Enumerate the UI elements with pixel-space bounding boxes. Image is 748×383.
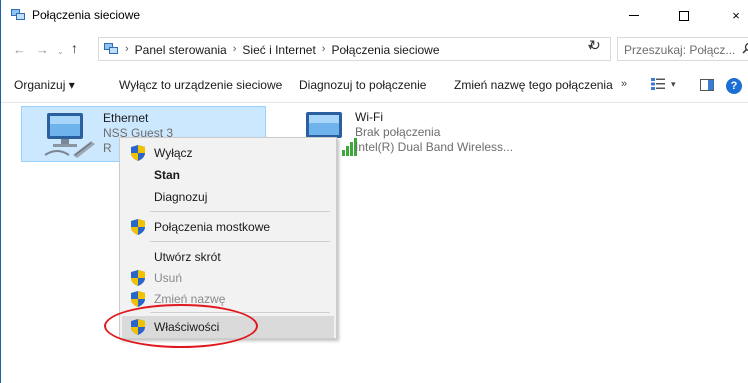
network-connections-icon	[104, 43, 118, 54]
minimize-button[interactable]	[611, 0, 657, 31]
address-bar[interactable]: › Panel sterowania › Sieć i Internet › P…	[98, 37, 611, 61]
menu-item-disable[interactable]: Wyłącz	[122, 142, 334, 164]
menu-item-label: Zmień nazwę	[154, 292, 226, 306]
search-icon[interactable]	[742, 42, 748, 54]
breadcrumb-network-connections[interactable]: Połączenia sieciowe	[331, 43, 439, 57]
menu-item-label: Połączenia mostkowe	[154, 220, 271, 234]
command-bar: Organizuj ▾ Wyłącz to urządzenie sieciow…	[1, 67, 748, 103]
minimize-icon	[629, 15, 639, 16]
close-button[interactable]: ×	[713, 0, 748, 31]
diagnose-connection-button[interactable]: Diagnozuj to połączenie	[299, 78, 426, 92]
rename-connection-button[interactable]: Zmień nazwę tego połączenia	[454, 78, 613, 92]
maximize-button[interactable]	[661, 0, 707, 31]
more-commands-chevron-icon[interactable]: »	[621, 78, 627, 90]
title-bar: Połączenia sieciowe ×	[1, 0, 748, 31]
menu-separator	[150, 241, 330, 242]
connection-adapter: Intel(R) Dual Band Wireless...	[355, 140, 514, 154]
menu-item-label: Utwórz skrót	[154, 250, 221, 264]
uac-shield-icon	[131, 319, 145, 335]
disable-device-button[interactable]: Wyłącz to urządzenie sieciowe	[119, 78, 282, 92]
breadcrumb-control-panel[interactable]: Panel sterowania	[135, 43, 227, 57]
uac-shield-icon	[131, 145, 145, 161]
menu-item-status[interactable]: Stan	[122, 164, 334, 186]
breadcrumb-network-internet[interactable]: Sieć i Internet	[242, 43, 315, 57]
uac-shield-icon	[131, 219, 145, 235]
menu-item-diagnose[interactable]: Diagnozuj	[122, 186, 334, 208]
up-arrow-icon[interactable]: ↑	[71, 40, 78, 56]
address-row: ← → ⌄ ↑ › Panel sterowania › Sieć i Inte…	[1, 31, 748, 67]
change-view-icon[interactable]	[651, 77, 665, 91]
recent-locations-chevron-icon[interactable]: ⌄	[57, 47, 64, 56]
window-title: Połączenia sieciowe	[32, 8, 141, 22]
uac-shield-icon	[131, 291, 145, 307]
menu-item-bridge-connections[interactable]: Połączenia mostkowe	[122, 216, 334, 238]
context-menu: Wyłącz Stan Diagnozuj Połączenia mostkow…	[119, 137, 337, 339]
connection-name: Ethernet	[103, 111, 149, 125]
menu-item-label: Wyłącz	[154, 146, 193, 160]
connection-name: Wi-Fi	[355, 110, 383, 124]
menu-item-properties[interactable]: Właściwości	[122, 316, 334, 338]
breadcrumb-separator-icon[interactable]: ›	[125, 43, 129, 57]
breadcrumb: › Panel sterowania › Sieć i Internet › P…	[125, 43, 440, 57]
breadcrumb-separator-icon[interactable]: ›	[322, 43, 326, 57]
network-connections-icon	[11, 9, 25, 20]
menu-item-create-shortcut[interactable]: Utwórz skrót	[122, 246, 334, 268]
uac-shield-icon	[131, 270, 145, 286]
explorer-window: Połączenia sieciowe × ← → ⌄ ↑ › Panel st…	[0, 0, 748, 383]
menu-item-rename[interactable]: Zmień nazwę	[122, 288, 334, 310]
menu-separator	[150, 312, 330, 313]
refresh-icon[interactable]: ↻	[589, 37, 601, 54]
forward-arrow-icon[interactable]: →	[36, 42, 49, 57]
search-placeholder: Przeszukaj: Połącz...	[624, 43, 736, 57]
preview-pane-icon[interactable]	[700, 79, 714, 91]
menu-item-label: Diagnozuj	[154, 190, 208, 204]
organize-menu-button[interactable]: Organizuj ▾	[14, 78, 75, 92]
ethernet-adapter-icon	[44, 113, 95, 158]
maximize-icon	[679, 10, 689, 21]
help-icon[interactable]: ?	[726, 78, 742, 94]
menu-item-label: Usuń	[154, 271, 183, 285]
view-dropdown-icon[interactable]: ▾	[671, 79, 676, 90]
menu-item-delete[interactable]: Usuń	[122, 267, 334, 289]
back-arrow-icon[interactable]: ←	[13, 42, 26, 57]
menu-item-label: Stan	[154, 168, 181, 182]
close-icon: ×	[732, 8, 740, 23]
connection-wifi-details: Wi-Fi Brak połączenia Intel(R) Dual Band…	[355, 110, 513, 155]
menu-separator	[150, 211, 330, 212]
breadcrumb-separator-icon[interactable]: ›	[233, 43, 237, 57]
search-input[interactable]: Przeszukaj: Połącz...	[617, 37, 748, 61]
connection-status: Brak połączenia	[355, 125, 441, 139]
menu-item-label: Właściwości	[154, 320, 220, 334]
connections-list: Ethernet NSS Guest 3 R Wi-Fi Brak połącz…	[1, 104, 748, 383]
